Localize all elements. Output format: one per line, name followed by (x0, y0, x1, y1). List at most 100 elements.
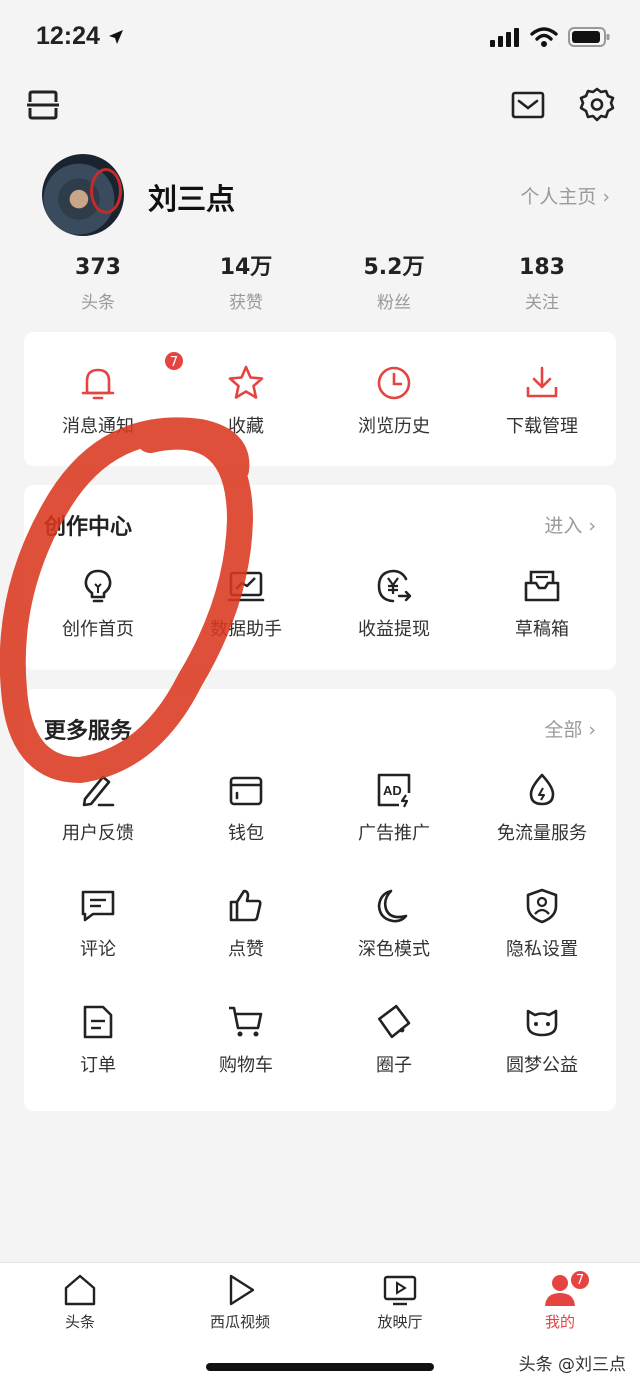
shield-icon (526, 888, 558, 924)
tab-label: 放映厅 (377, 1313, 423, 1331)
stat-label: 粉丝 (377, 293, 411, 313)
tab-headlines[interactable]: 头条 (20, 1273, 140, 1332)
service-orders[interactable]: 订单 (24, 1003, 172, 1119)
ad-icon: AD (377, 773, 411, 808)
creation-item-label: 草稿箱 (515, 619, 569, 640)
earnings-withdraw[interactable]: 收益提现 (320, 567, 468, 683)
stat-following[interactable]: 183 关注 (468, 252, 616, 322)
service-ads[interactable]: AD 广告推广 (320, 771, 468, 887)
more-services-grid: 用户反馈 钱包 AD 广告推广 免流量服务 评论 点赞 深色模式 隐私设置 订单… (24, 771, 616, 1119)
stats-row: 373 头条 14万 获赞 5.2万 粉丝 183 关注 (24, 252, 616, 322)
stat-articles[interactable]: 373 头条 (24, 252, 172, 322)
house-icon (64, 1274, 96, 1306)
more-services-title: 更多服务 (44, 719, 133, 744)
tab-label: 头条 (64, 1313, 95, 1331)
avatar[interactable] (42, 154, 124, 236)
service-label: 广告推广 (358, 823, 430, 844)
comment-icon (81, 890, 115, 922)
circle-group-icon (377, 1004, 411, 1039)
status-bar: 12:24 (0, 0, 640, 76)
tab-xigua-video[interactable]: 西瓜视频 (180, 1273, 300, 1332)
service-label: 深色模式 (358, 939, 430, 960)
creation-center-enter-link[interactable]: 进入 › (544, 511, 596, 538)
service-label: 隐私设置 (506, 939, 578, 960)
quick-action-downloads[interactable]: 下载管理 (468, 364, 616, 480)
data-assistant[interactable]: 数据助手 (172, 567, 320, 683)
quick-action-history[interactable]: 浏览历史 (320, 364, 468, 480)
service-wallet[interactable]: 钱包 (172, 771, 320, 887)
more-services-card: 更多服务 全部 › 用户反馈 钱包 AD 广告推广 免流量服务 评论 点赞 深色… (24, 689, 616, 1111)
wallet-icon (229, 776, 263, 806)
quick-action-label: 收藏 (228, 416, 264, 437)
service-feedback[interactable]: 用户反馈 (24, 771, 172, 887)
creation-center-card: 创作中心 进入 › 创作首页 数据助手 收益提现 草稿箱 (24, 485, 616, 670)
stat-likes[interactable]: 14万 获赞 (172, 252, 320, 322)
thumbs-up-icon (229, 889, 262, 922)
service-privacy[interactable]: 隐私设置 (468, 887, 616, 1003)
creation-center-grid: 创作首页 数据助手 收益提现 草稿箱 (24, 567, 616, 683)
service-comments[interactable]: 评论 (24, 887, 172, 1003)
tab-badge: 7 (569, 1269, 591, 1291)
homepage-link[interactable]: 个人主页 › (520, 182, 610, 209)
quick-action-label: 浏览历史 (358, 416, 430, 437)
quick-action-label: 消息通知 (62, 416, 134, 437)
wifi-icon (530, 27, 558, 47)
username: 刘三点 (148, 182, 236, 216)
tab-label: 我的 (544, 1313, 575, 1331)
tab-label: 西瓜视频 (209, 1313, 270, 1331)
service-label: 点赞 (228, 939, 264, 960)
creation-item-label: 创作首页 (62, 619, 134, 640)
stat-followers[interactable]: 5.2万 粉丝 (320, 252, 468, 322)
drafts[interactable]: 草稿箱 (468, 567, 616, 683)
creation-home[interactable]: 创作首页 (24, 567, 172, 683)
service-charity[interactable]: 圆梦公益 (468, 1003, 616, 1119)
service-free-data[interactable]: 免流量服务 (468, 771, 616, 887)
service-dark-mode[interactable]: 深色模式 (320, 887, 468, 1003)
download-icon (526, 366, 558, 398)
service-label: 圈子 (376, 1055, 412, 1076)
creation-item-label: 数据助手 (210, 619, 282, 640)
quick-actions-card: 7 消息通知 收藏 浏览历史 下载管理 (24, 332, 616, 466)
lightbulb-icon (84, 569, 112, 603)
gear-icon[interactable] (578, 86, 616, 124)
battery-icon (568, 27, 610, 47)
scan-icon[interactable] (26, 88, 60, 122)
tab-mine-icon-wrap: 7 (543, 1269, 591, 1307)
creation-item-label: 收益提现 (358, 619, 430, 640)
service-likes[interactable]: 点赞 (172, 887, 320, 1003)
service-label: 订单 (80, 1055, 116, 1076)
chart-icon (227, 571, 265, 602)
data-drop-icon (529, 773, 555, 806)
quick-action-favorites[interactable]: 收藏 (172, 364, 320, 480)
svg-text:AD: AD (383, 783, 402, 798)
service-label: 用户反馈 (62, 823, 134, 844)
tab-mine[interactable]: 7 我的 (500, 1269, 620, 1332)
service-label: 购物车 (219, 1055, 273, 1076)
creation-center-title: 创作中心 (44, 515, 133, 540)
service-circles[interactable]: 圈子 (320, 1003, 468, 1119)
quick-action-label: 下载管理 (506, 416, 578, 437)
service-cart[interactable]: 购物车 (172, 1003, 320, 1119)
yuan-withdraw-icon (377, 569, 412, 603)
more-services-all-link[interactable]: 全部 › (544, 715, 596, 742)
signal-icon (490, 28, 519, 47)
stat-value: 5.2万 (363, 255, 425, 280)
pen-icon (82, 775, 115, 807)
document-icon (83, 1005, 113, 1039)
service-label: 圆梦公益 (506, 1055, 578, 1076)
top-bar (0, 80, 640, 134)
service-label: 钱包 (228, 823, 264, 844)
status-time: 12:24 (36, 22, 100, 50)
profile-header[interactable]: 刘三点 个人主页 › (0, 150, 640, 240)
stat-label: 头条 (81, 293, 115, 313)
stat-value: 14万 (219, 255, 273, 280)
star-icon (228, 365, 264, 399)
service-label: 评论 (80, 939, 116, 960)
location-arrow-icon (109, 30, 123, 44)
tab-theater[interactable]: 放映厅 (340, 1273, 460, 1332)
bell-icon (81, 368, 115, 400)
quick-action-notifications[interactable]: 7 消息通知 (24, 350, 185, 480)
stat-value: 183 (519, 255, 565, 280)
clock-icon (377, 366, 411, 400)
mail-icon[interactable] (510, 88, 546, 122)
